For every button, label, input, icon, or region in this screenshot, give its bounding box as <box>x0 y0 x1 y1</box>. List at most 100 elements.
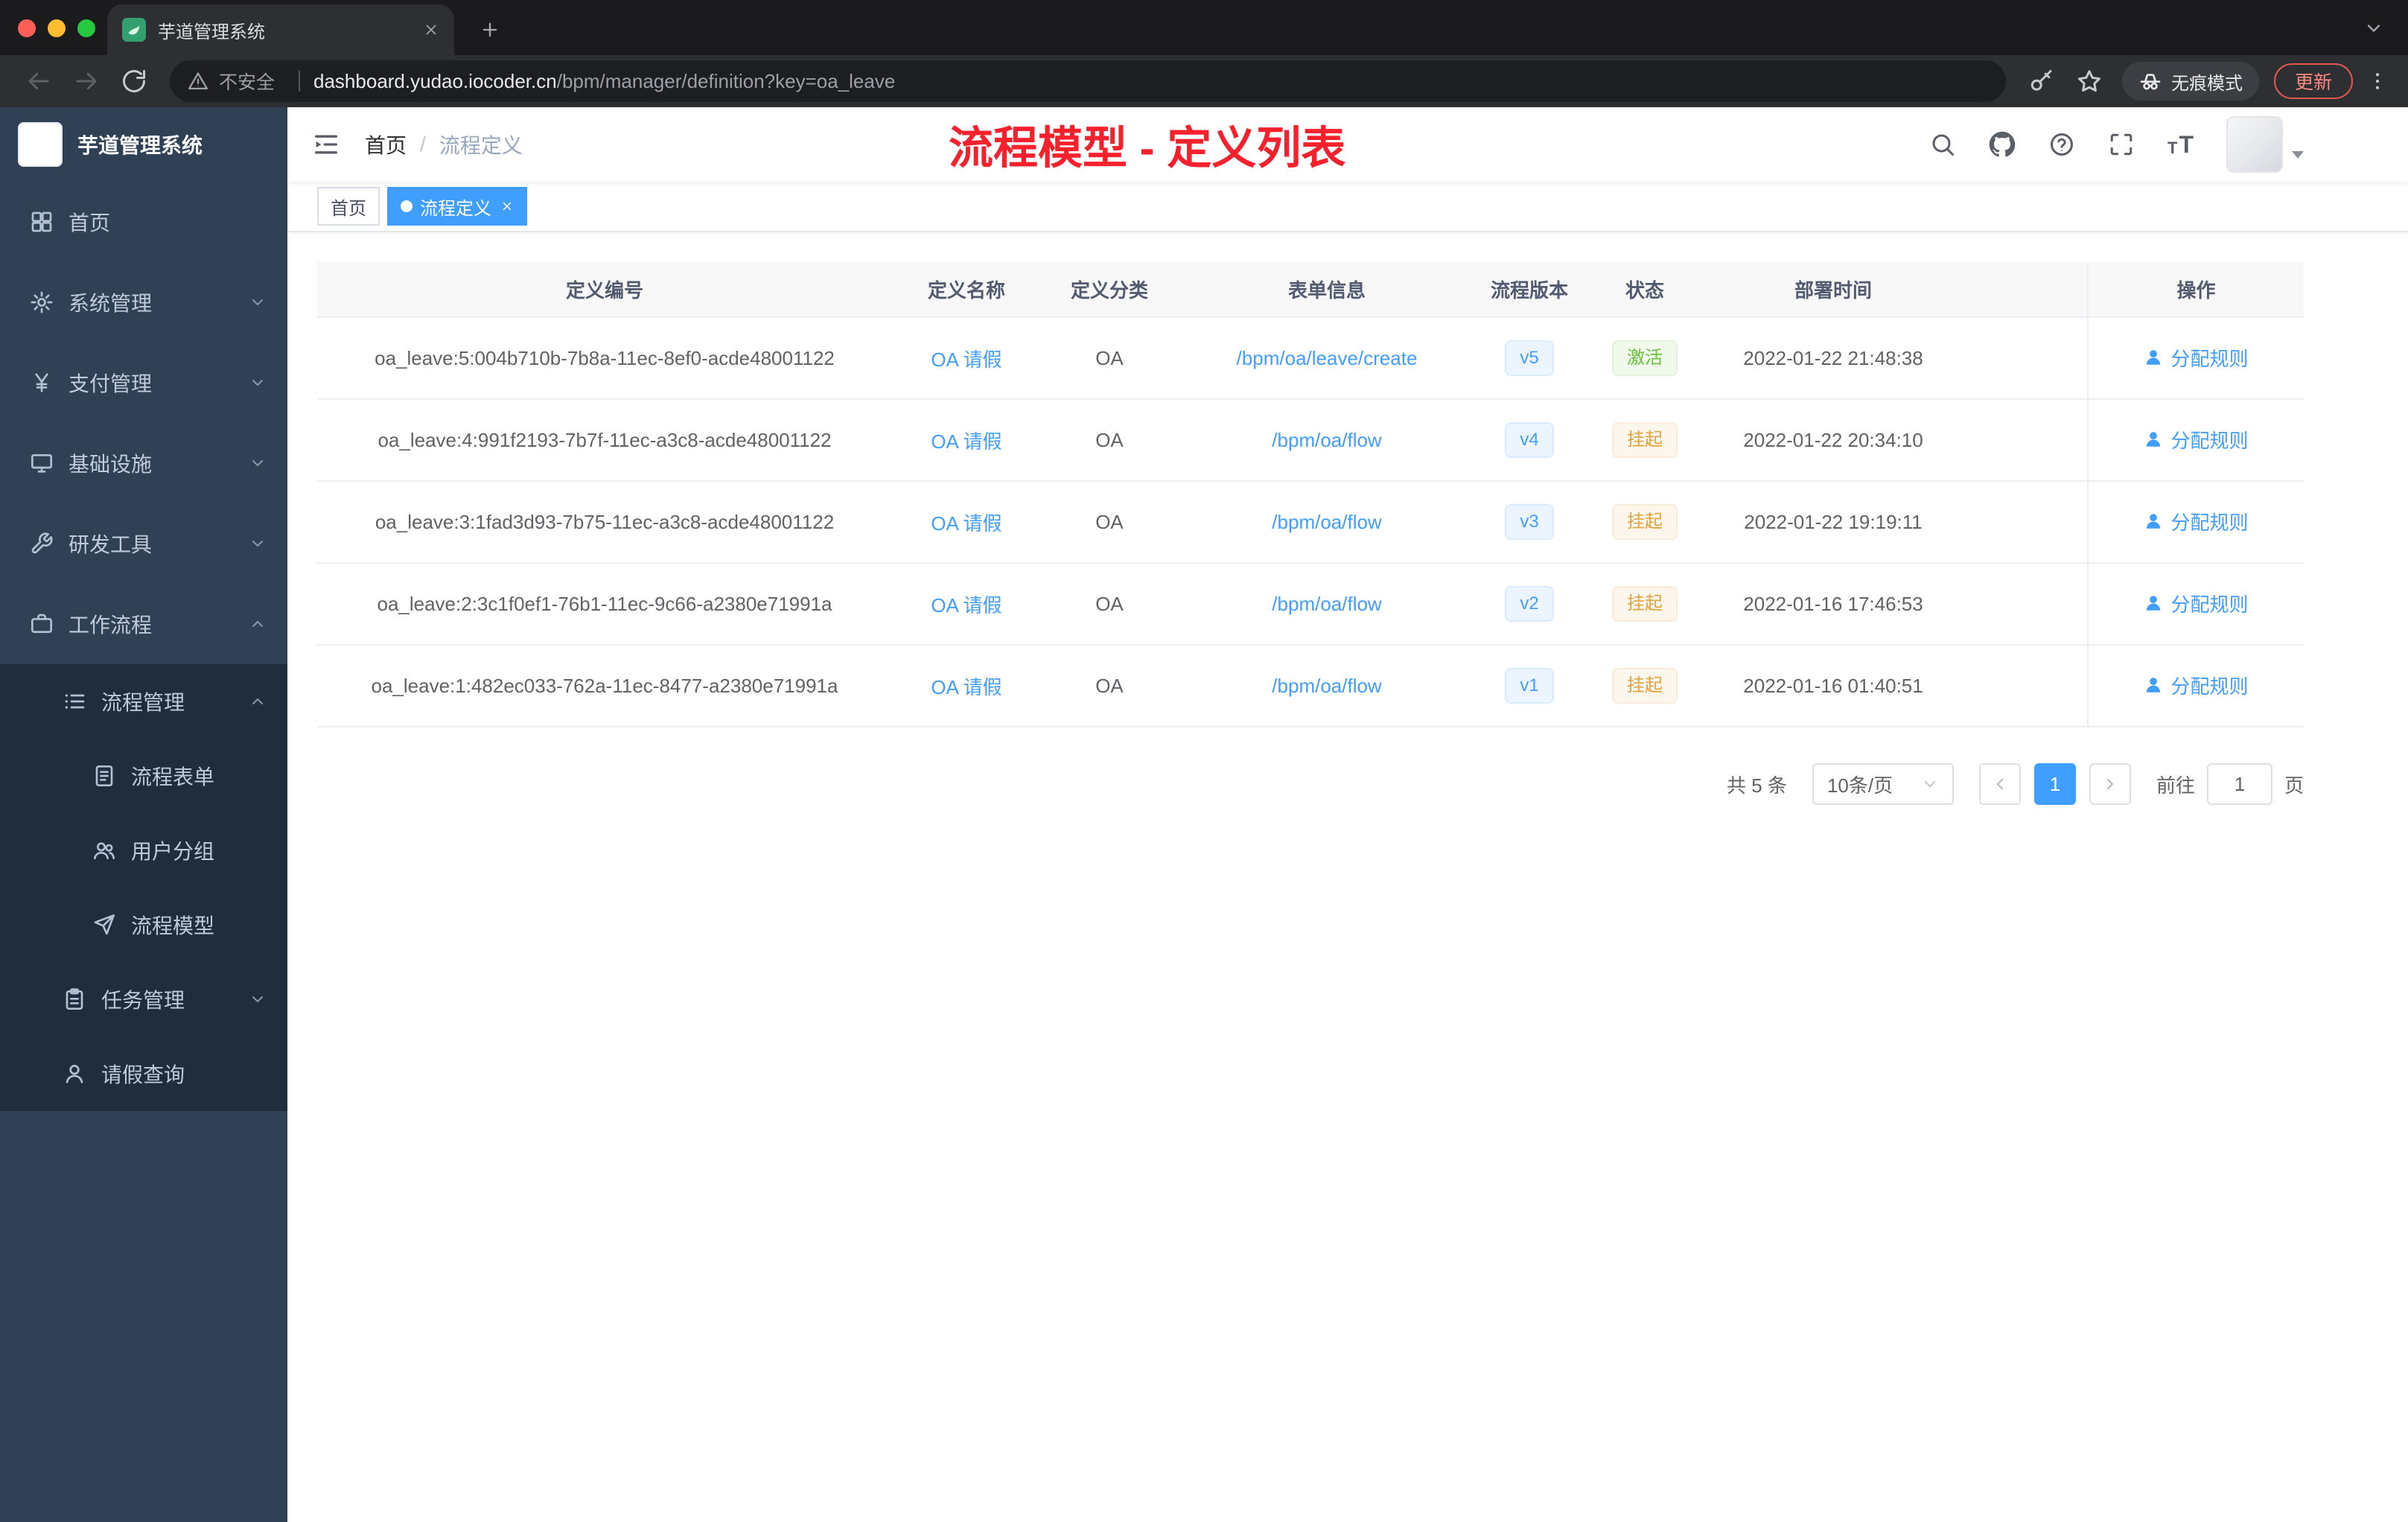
definition-name-link[interactable]: OA 请假 <box>931 348 1001 371</box>
prev-page-button[interactable] <box>1978 763 2021 805</box>
user-avatar[interactable] <box>2226 116 2304 173</box>
page-content: 定义编号 定义名称 定义分类 表单信息 流程版本 状态 部署时间 操作 oa_leave:5:… <box>287 232 2408 1522</box>
top-navbar: 首页 / 流程定义 流程模型 - 定义列表 TT <box>287 107 2408 182</box>
sidebar-menu-item-label: 流程表单 <box>131 765 215 789</box>
sidebar-item-devtools[interactable]: 研发工具 <box>0 503 287 584</box>
sidebar-menu-item-label: 用户分组 <box>131 840 215 863</box>
cell-deploy-time: 2022-01-22 19:19:11 <box>1707 481 1960 564</box>
select-caret-icon <box>1921 775 1939 793</box>
cell-actions: 分配规则 <box>2087 399 2304 482</box>
update-button[interactable]: 更新 <box>2273 63 2353 99</box>
gear-icon <box>30 290 54 314</box>
definition-name-link[interactable]: OA 请假 <box>931 676 1001 698</box>
assign-rule-link[interactable]: 分配规则 <box>2144 344 2249 372</box>
chevron-icon <box>249 535 267 553</box>
page-size-select[interactable]: 10条/页 <box>1812 763 1954 805</box>
sidebar-menu-item-label: 首页 <box>69 211 111 235</box>
view-tag-label: 流程定义 <box>420 198 491 219</box>
definition-name-link[interactable]: OA 请假 <box>931 512 1001 535</box>
browser-tab[interactable]: 芋道管理系统 <box>107 4 454 55</box>
sidebar-menu-item-label: 任务管理 <box>101 989 185 1012</box>
view-tag[interactable]: 首页 <box>317 187 380 226</box>
form-link[interactable]: /bpm/oa/flow <box>1272 511 1381 533</box>
key-icon[interactable] <box>2028 68 2055 95</box>
address-bar[interactable]: 不安全 dashboard.yudao.iocoder.cn/bpm/manag… <box>170 60 2006 102</box>
sidebar-item-infrastructure[interactable]: 基础设施 <box>0 423 287 503</box>
table-header-row: 定义编号 定义名称 定义分类 表单信息 流程版本 状态 部署时间 操作 <box>317 262 2304 318</box>
chevron-icon <box>249 990 267 1008</box>
sidebar-toggle-icon[interactable] <box>311 130 341 159</box>
definition-name-link[interactable]: OA 请假 <box>931 430 1001 453</box>
font-size-icon[interactable]: TT <box>2167 133 2194 156</box>
goto-page-input[interactable] <box>2206 763 2272 805</box>
cell-form-info: /bpm/oa/flow <box>1178 645 1476 727</box>
navbar-actions: TT <box>1929 107 2304 182</box>
goto-label: 前往 <box>2156 774 2195 797</box>
form-link[interactable]: /bpm/oa/flow <box>1272 429 1381 451</box>
cell-category: OA <box>1041 399 1178 482</box>
incognito-label: 无痕模式 <box>2170 73 2243 94</box>
sidebar-menu-item-label: 流程模型 <box>131 914 215 937</box>
assign-rule-link[interactable]: 分配规则 <box>2144 426 2249 453</box>
assign-rule-link[interactable]: 分配规则 <box>2144 590 2249 617</box>
cell-deploy-time: 2022-01-22 21:48:38 <box>1707 317 1960 400</box>
cell-definition-id: oa_leave:1:482ec033-762a-11ec-8477-a2380… <box>317 645 892 727</box>
breadcrumb-current: 流程定义 <box>439 134 523 157</box>
bookmark-star-icon[interactable] <box>2076 68 2103 95</box>
view-tag-label: 首页 <box>331 198 366 219</box>
cell-version: v1 <box>1476 645 1583 727</box>
window-minimize-button[interactable] <box>48 19 66 37</box>
cell-definition-name: OA 请假 <box>892 399 1041 482</box>
browser-menu-icon[interactable] <box>2366 70 2389 92</box>
tab-search-icon[interactable] <box>2363 18 2384 39</box>
cell-category: OA <box>1041 317 1178 400</box>
sidebar-item-gear[interactable]: 系统管理 <box>0 262 287 343</box>
sidebar-item-task[interactable]: 任务管理 <box>0 962 287 1037</box>
chevron-left-icon <box>1991 775 2009 793</box>
search-icon[interactable] <box>1929 131 1956 158</box>
breadcrumb-home[interactable]: 首页 <box>365 130 407 159</box>
window-close-button[interactable] <box>18 19 36 37</box>
sidebar-item-user-group[interactable]: 用户分组 <box>0 813 287 888</box>
column-header: 流程版本 <box>1476 262 1583 318</box>
cell-actions: 分配规则 <box>2087 317 2304 400</box>
assign-rule-link[interactable]: 分配规则 <box>2144 672 2249 699</box>
help-icon[interactable] <box>2048 131 2075 158</box>
github-icon[interactable] <box>1989 131 2016 158</box>
sidebar-item-process-manage[interactable]: 流程管理 <box>0 664 287 739</box>
back-icon[interactable] <box>25 68 52 95</box>
assign-user-icon <box>2144 593 2163 613</box>
sidebar-item-home[interactable]: 首页 <box>0 182 287 262</box>
sidebar-menu-item-label: 基础设施 <box>69 453 153 476</box>
form-link[interactable]: /bpm/oa/flow <box>1272 593 1381 615</box>
form-link[interactable]: /bpm/oa/flow <box>1272 675 1381 697</box>
workflow-icon <box>30 612 54 636</box>
cell-spacer <box>1960 399 2088 482</box>
tag-close-icon[interactable] <box>500 200 514 213</box>
status-tag: 挂起 <box>1612 422 1678 458</box>
sidebar-item-model[interactable]: 流程模型 <box>0 888 287 962</box>
cell-deploy-time: 2022-01-16 01:40:51 <box>1707 645 1960 727</box>
form-link[interactable]: /bpm/oa/leave/create <box>1237 347 1418 369</box>
cell-status: 挂起 <box>1583 481 1707 564</box>
forward-icon[interactable] <box>73 68 100 95</box>
next-page-button[interactable] <box>2089 763 2131 805</box>
browser-tabstrip: 芋道管理系统 <box>0 0 2408 55</box>
page-number-button[interactable]: 1 <box>2033 763 2076 805</box>
window-fullscreen-button[interactable] <box>77 19 95 37</box>
tab-close-icon[interactable] <box>423 22 439 38</box>
definition-name-link[interactable]: OA 请假 <box>931 594 1001 617</box>
app-logo[interactable]: 芋道管理系统 <box>0 107 287 182</box>
cell-actions: 分配规则 <box>2087 645 2304 727</box>
sidebar-item-form[interactable]: 流程表单 <box>0 739 287 813</box>
goto-page: 前往 页 <box>2156 763 2304 805</box>
assign-rule-link[interactable]: 分配规则 <box>2144 508 2249 535</box>
fullscreen-icon[interactable] <box>2108 131 2135 158</box>
sidebar-item-leave-query[interactable]: 请假查询 <box>0 1037 287 1111</box>
view-tag[interactable]: 流程定义 <box>387 187 527 226</box>
sidebar-item-workflow[interactable]: 工作流程 <box>0 584 287 664</box>
reload-icon[interactable] <box>121 68 147 95</box>
sidebar-item-payment[interactable]: 支付管理 <box>0 343 287 423</box>
new-tab-button[interactable] <box>480 19 500 40</box>
cell-definition-name: OA 请假 <box>892 481 1041 564</box>
